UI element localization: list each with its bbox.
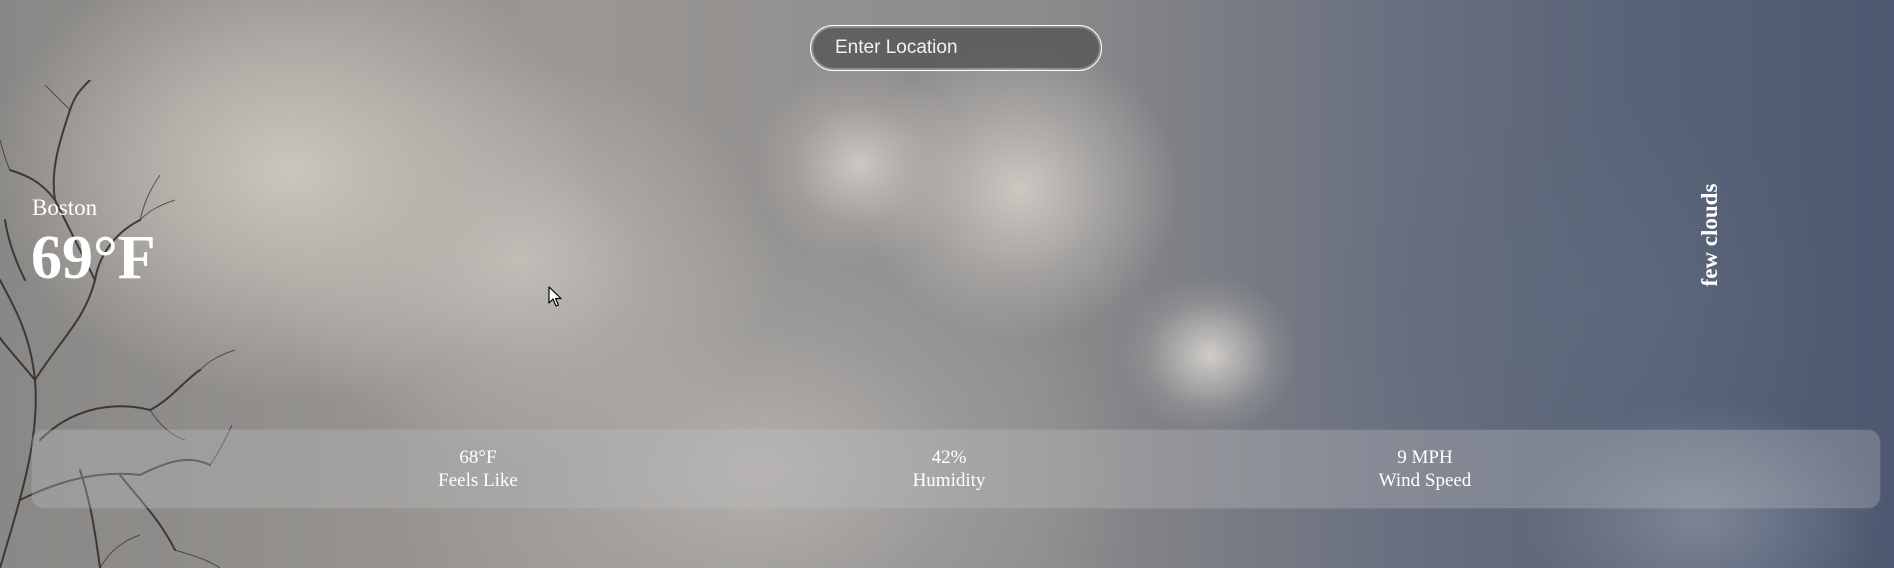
humidity-value: 42% [931, 447, 967, 468]
weather-details-panel: 68°F Feels Like 42% Humidity 9 MPH Wind … [32, 430, 1880, 508]
weather-description-container: few clouds [1650, 160, 1770, 310]
wind-speed-label: Wind Speed [1378, 470, 1472, 491]
location-search-input[interactable] [813, 28, 1099, 68]
feels-like-value: 68°F [459, 447, 497, 468]
feels-like-label: Feels Like [438, 470, 518, 491]
weather-description: few clouds [1697, 183, 1722, 287]
wind-speed-value: 9 MPH [1397, 447, 1453, 468]
wind-speed-stat: 9 MPH Wind Speed [1275, 446, 1575, 492]
search-box [810, 25, 1102, 71]
feels-like-stat: 68°F Feels Like [328, 446, 628, 492]
humidity-stat: 42% Humidity [799, 446, 1099, 492]
humidity-label: Humidity [912, 470, 986, 491]
mouse-cursor-icon [548, 286, 562, 307]
city-name: Boston [32, 195, 98, 220]
current-temperature: 69°F [31, 224, 156, 292]
